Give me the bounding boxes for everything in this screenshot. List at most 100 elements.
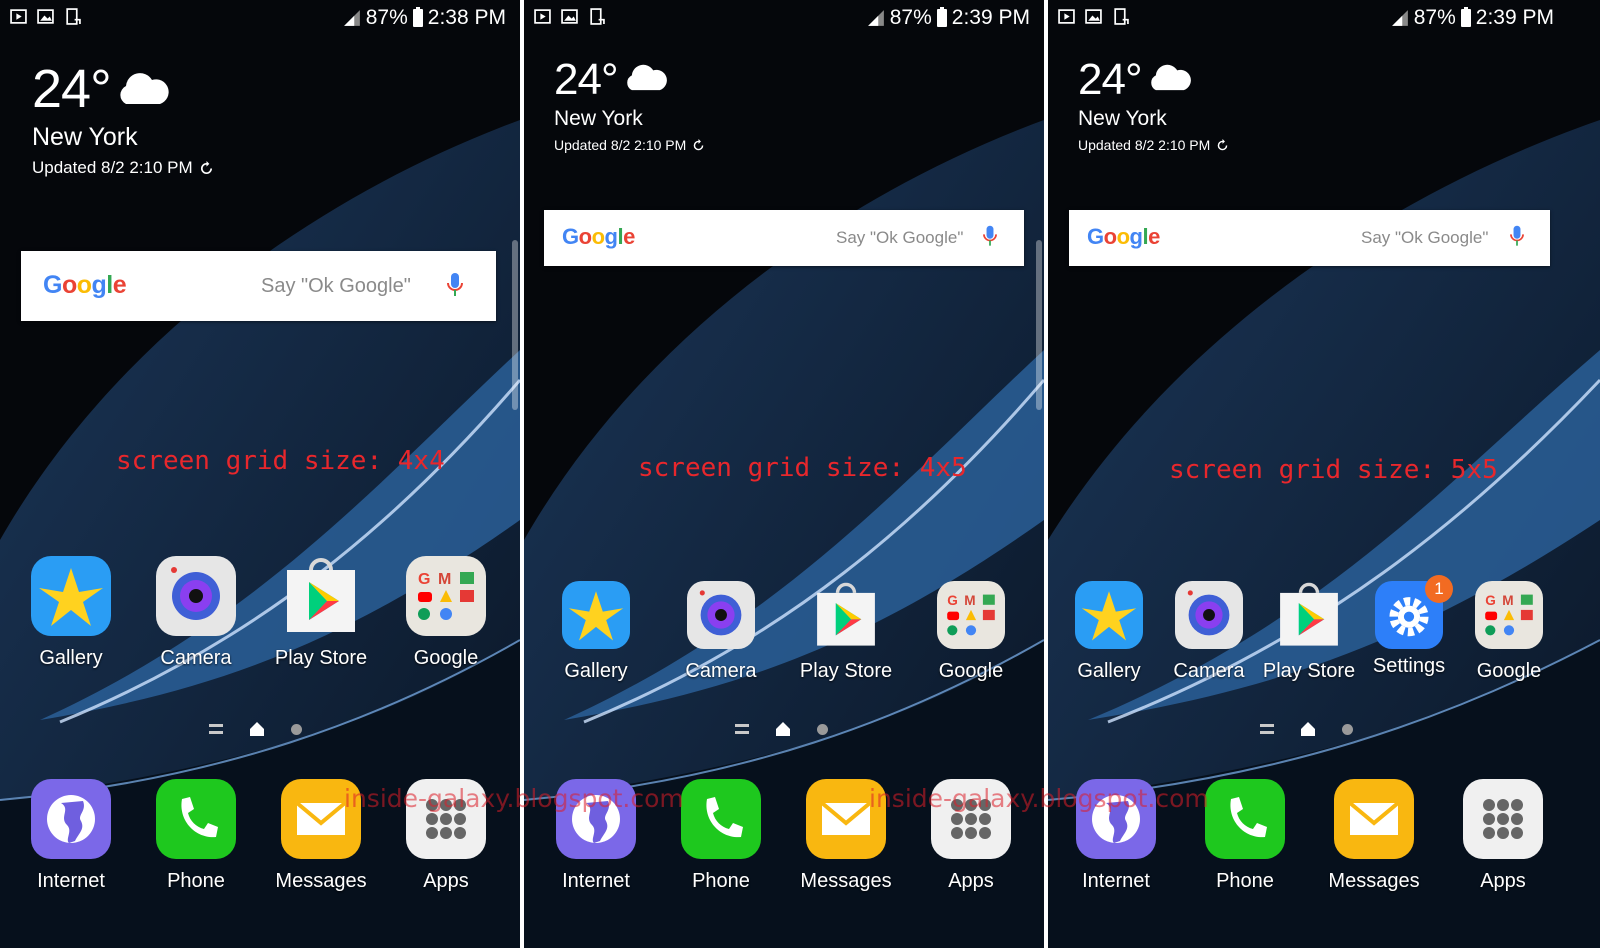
camera-icon	[687, 581, 755, 649]
app-play-store[interactable]: Play Store	[261, 556, 381, 670]
home-page-icon[interactable]	[775, 721, 791, 737]
app-label: Gallery	[564, 660, 628, 682]
image-notification-icon	[1085, 9, 1102, 24]
battery-icon	[936, 7, 947, 27]
app-play-store[interactable]: Play Store	[786, 581, 906, 683]
dock-apps[interactable]: Apps	[1443, 779, 1563, 893]
status-bar: 87% 2:39 PM	[1048, 6, 1600, 34]
app-label: Google	[1476, 660, 1542, 682]
gallery-icon	[31, 556, 111, 636]
mic-icon[interactable]	[446, 271, 464, 301]
battery-icon	[412, 7, 423, 27]
app-label: Google	[413, 647, 479, 669]
grid-size-label: screen grid size: 4x4	[116, 446, 445, 476]
app-camera[interactable]: Camera	[661, 581, 781, 683]
app-gallery[interactable]: Gallery	[536, 581, 656, 683]
app-gallery[interactable]: Gallery	[11, 556, 131, 670]
weather-city: New York	[32, 123, 138, 151]
battery-percent: 87%	[365, 6, 408, 29]
app-camera[interactable]: Camera	[136, 556, 256, 670]
svg-text:G: G	[418, 571, 430, 588]
signal-icon	[867, 10, 884, 26]
app-label: Gallery	[39, 647, 103, 669]
weather-widget[interactable]: 24° New York Updated 8/2 2:10 PM	[554, 58, 705, 153]
briefing-page-indicator[interactable]	[735, 724, 749, 734]
phone-icon	[156, 779, 236, 859]
page-indicator[interactable]	[209, 721, 302, 737]
signal-icon	[1391, 10, 1408, 26]
app-google-folder[interactable]: GM Google	[1449, 581, 1569, 683]
dock-messages[interactable]: Messages	[1314, 779, 1434, 893]
image-notification-icon	[561, 9, 578, 24]
google-search-bar[interactable]: Google Say "Ok Google"	[21, 251, 496, 321]
status-time: 2:38 PM	[427, 6, 506, 29]
home-page-icon[interactable]	[1300, 721, 1316, 737]
google-folder-icon: GM	[937, 581, 1005, 649]
status-time: 2:39 PM	[951, 6, 1030, 29]
app-label: Internet	[37, 870, 105, 892]
app-label: Camera	[685, 660, 757, 682]
page-dot[interactable]	[1342, 723, 1353, 735]
weather-city: New York	[554, 107, 643, 130]
signal-icon	[343, 10, 360, 26]
google-folder-icon: GM	[406, 556, 486, 636]
screenshot-notification-icon	[1114, 8, 1129, 25]
gallery-icon	[562, 581, 630, 649]
refresh-icon[interactable]	[1216, 138, 1229, 152]
app-google-folder[interactable]: GM Google	[911, 581, 1031, 683]
google-search-bar[interactable]: Google Say "Ok Google"	[544, 210, 1024, 266]
app-label: Phone	[1216, 870, 1274, 892]
grid-size-label: screen grid size: 5x5	[1169, 455, 1498, 485]
svg-text:G: G	[947, 593, 958, 608]
video-notification-icon	[1058, 9, 1075, 24]
weather-widget[interactable]: 24° New York Updated 8/2 2:10 PM	[1078, 58, 1229, 153]
google-logo: Google	[562, 224, 635, 249]
app-label: Google	[938, 660, 1004, 682]
video-notification-icon	[10, 9, 27, 24]
edge-panel-handle[interactable]	[1036, 240, 1042, 410]
screenshot-notification-icon	[590, 8, 605, 25]
cloud-icon	[627, 64, 667, 91]
svg-text:M: M	[1502, 593, 1513, 608]
page-dot[interactable]	[291, 723, 302, 735]
status-bar: 87% 2:38 PM	[0, 6, 520, 34]
weather-city: New York	[1078, 107, 1167, 130]
briefing-page-indicator[interactable]	[209, 724, 223, 734]
page-dot[interactable]	[817, 723, 828, 735]
search-placeholder: Say "Ok Google"	[836, 228, 964, 247]
google-logo: Google	[43, 271, 127, 299]
weather-updated: Updated 8/2 2:10 PM	[554, 137, 687, 154]
refresh-icon[interactable]	[199, 160, 214, 176]
watermark: inside-galaxy.blogspot.com	[344, 784, 684, 813]
internet-icon	[31, 779, 111, 859]
svg-text:G: G	[1485, 593, 1496, 608]
google-logo: Google	[1087, 224, 1160, 249]
weather-updated: Updated 8/2 2:10 PM	[32, 158, 193, 177]
status-time: 2:39 PM	[1475, 6, 1554, 29]
app-google-folder[interactable]: GM Google	[386, 556, 506, 670]
dock-internet[interactable]: Internet	[11, 779, 131, 893]
app-label: Apps	[1480, 870, 1526, 892]
home-page-icon[interactable]	[249, 721, 265, 737]
mic-icon[interactable]	[982, 224, 998, 250]
phone-icon	[1205, 779, 1285, 859]
play-store-icon	[287, 558, 355, 632]
briefing-page-indicator[interactable]	[1260, 724, 1274, 734]
search-placeholder: Say "Ok Google"	[1361, 228, 1489, 247]
app-label: Messages	[275, 870, 367, 892]
grid-size-label: screen grid size: 4x5	[638, 453, 967, 483]
svg-text:M: M	[438, 571, 451, 588]
weather-widget[interactable]: 24° New York Updated 8/2 2:10 PM	[32, 62, 214, 178]
edge-panel-handle[interactable]	[512, 240, 518, 410]
cloud-icon	[1151, 64, 1191, 91]
dock-phone[interactable]: Phone	[136, 779, 256, 893]
search-placeholder: Say "Ok Google"	[261, 275, 411, 297]
google-search-bar[interactable]: Google Say "Ok Google"	[1069, 210, 1550, 266]
mic-icon[interactable]	[1509, 224, 1525, 250]
page-indicator[interactable]	[1260, 721, 1353, 737]
gallery-icon	[1075, 581, 1143, 649]
refresh-icon[interactable]	[692, 138, 705, 152]
app-label: Apps	[423, 870, 469, 892]
video-notification-icon	[534, 9, 551, 24]
page-indicator[interactable]	[735, 721, 828, 737]
